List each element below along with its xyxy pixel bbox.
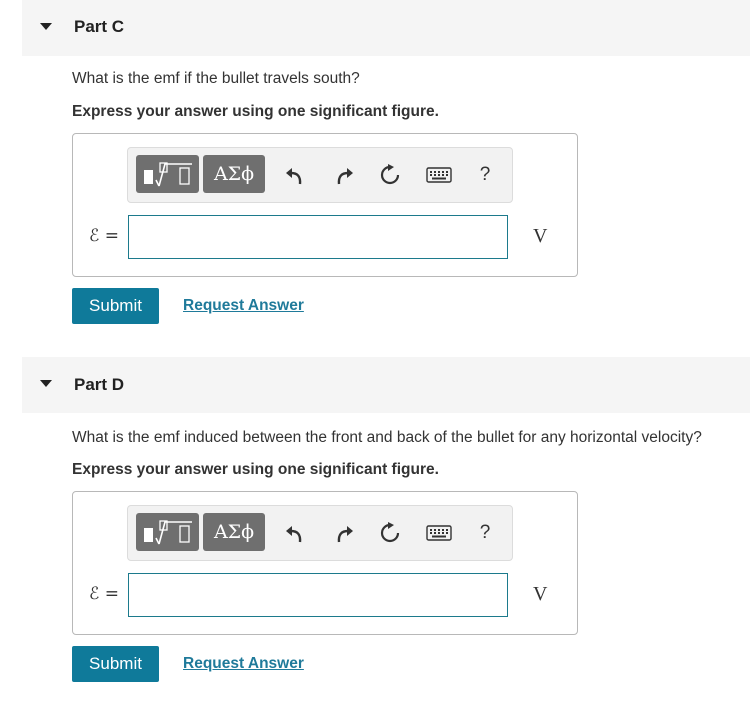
- undo-icon: [286, 168, 302, 185]
- request-answer-link[interactable]: Request Answer: [183, 655, 304, 673]
- keyboard-button[interactable]: [424, 520, 454, 546]
- undo-icon: [286, 526, 302, 543]
- keyboard-icon: [426, 167, 452, 183]
- request-answer-link[interactable]: Request Answer: [183, 297, 304, 315]
- redo-button[interactable]: [331, 162, 357, 188]
- collapse-caret-icon[interactable]: [40, 23, 52, 30]
- reset-button[interactable]: [377, 520, 403, 546]
- redo-icon: [337, 526, 353, 543]
- reset-icon: [380, 164, 400, 185]
- instruction-text: Express your answer using one significan…: [72, 103, 439, 120]
- math-toolbar: ΑΣϕ ?: [127, 505, 513, 561]
- math-toolbar: ΑΣϕ ?: [127, 147, 513, 203]
- collapse-caret-icon[interactable]: [40, 380, 52, 387]
- templates-button[interactable]: [136, 155, 199, 193]
- question-text: What is the emf if the bullet travels so…: [72, 70, 360, 87]
- greek-symbols-button[interactable]: ΑΣϕ: [203, 155, 265, 193]
- greek-symbols-button[interactable]: ΑΣϕ: [203, 513, 265, 551]
- part-c-header[interactable]: Part C: [22, 0, 750, 56]
- help-button[interactable]: ?: [472, 162, 498, 188]
- question-text: What is the emf induced between the fron…: [72, 429, 702, 446]
- submit-button[interactable]: Submit: [72, 288, 159, 324]
- keyboard-button[interactable]: [424, 162, 454, 188]
- part-title: Part D: [74, 375, 125, 394]
- answer-input[interactable]: [128, 573, 508, 617]
- instruction-text: Express your answer using one significan…: [72, 461, 439, 478]
- answer-input[interactable]: [128, 215, 508, 259]
- answer-box: ΑΣϕ ? ℰ = V: [72, 133, 578, 277]
- unit-label: V: [533, 583, 548, 605]
- reset-button[interactable]: [377, 162, 403, 188]
- templates-button[interactable]: [136, 513, 199, 551]
- variable-label: ℰ =: [89, 584, 119, 604]
- part-d-header[interactable]: Part D: [22, 357, 750, 413]
- part-title: Part C: [74, 17, 125, 36]
- submit-button[interactable]: Submit: [72, 646, 159, 682]
- undo-button[interactable]: [282, 162, 308, 188]
- reset-icon: [380, 522, 400, 543]
- undo-button[interactable]: [282, 520, 308, 546]
- help-button[interactable]: ?: [472, 520, 498, 546]
- answer-box: ΑΣϕ ? ℰ = V: [72, 491, 578, 635]
- redo-icon: [337, 168, 353, 185]
- templates-icon: [143, 520, 192, 545]
- keyboard-icon: [426, 525, 452, 541]
- redo-button[interactable]: [331, 520, 357, 546]
- unit-label: V: [533, 225, 548, 247]
- templates-icon: [143, 162, 192, 187]
- variable-label: ℰ =: [89, 226, 119, 246]
